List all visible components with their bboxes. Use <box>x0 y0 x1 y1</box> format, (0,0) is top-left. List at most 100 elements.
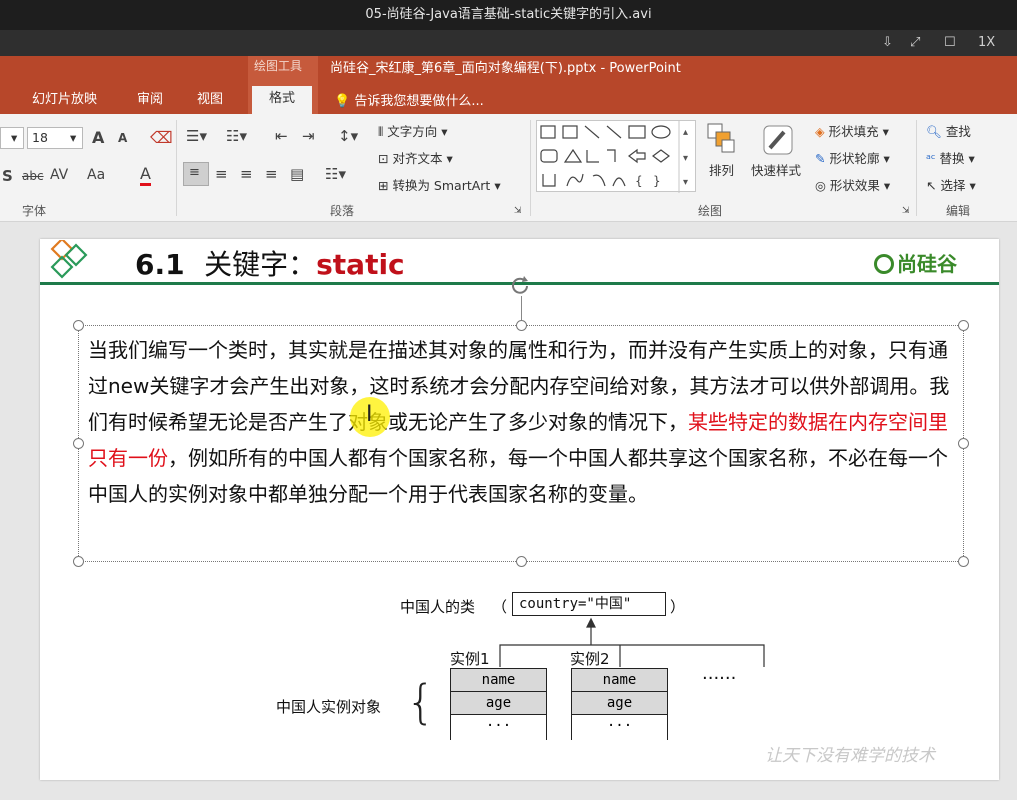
char-spacing-icon[interactable]: AV <box>50 167 68 183</box>
group-divider <box>530 120 531 216</box>
tell-me-box[interactable]: 💡 告诉我您想要做什么... <box>334 90 484 109</box>
find-button[interactable]: 🔍︎ 查找 <box>926 121 971 140</box>
player-title: 05-尚硅谷-Java语言基础-static关键字的引入.avi <box>0 0 1017 30</box>
resize-handle[interactable] <box>958 556 969 567</box>
snapshot-icon[interactable]: ☐ <box>944 33 956 53</box>
align-left-button[interactable]: ≡ <box>183 162 209 186</box>
context-tool-label: 绘图工具 <box>254 59 303 73</box>
replace-button[interactable]: ᵃᶜ 替换 ▾ <box>926 148 975 167</box>
strikethrough-icon[interactable]: abc <box>22 169 44 183</box>
document-title: 尚硅谷_宋红康_第6章_面向对象编程(下).pptx - PowerPoint <box>330 61 681 76</box>
brand-name: 尚硅谷 <box>897 252 957 276</box>
replace-label: 替换 <box>939 151 965 166</box>
arrange-shapes-icon <box>707 123 735 153</box>
font-name-dropdown[interactable]: ▾ <box>0 127 24 149</box>
distribute-icon[interactable]: ▤ <box>290 165 304 183</box>
line-spacing-icon[interactable]: ↕▾ <box>338 127 358 145</box>
text-direction-icon: ⫴ <box>378 124 388 139</box>
shapes-gallery[interactable]: {} ▴ ▾ ▾ <box>536 120 696 193</box>
pin-icon[interactable]: ⇩ <box>882 33 893 53</box>
resize-handle[interactable] <box>958 320 969 331</box>
bullets-icon[interactable]: ☰▾ <box>186 127 207 145</box>
cursor-icon: ↖ <box>926 178 941 193</box>
group-label-drawing: 绘图 <box>698 204 723 218</box>
decrease-indent-icon[interactable]: ⇤ <box>275 127 288 145</box>
justify-icon[interactable]: ≡ <box>265 165 278 183</box>
search-icon: 🔍︎ <box>926 124 946 139</box>
replace-icon: ᵃᶜ <box>926 151 940 166</box>
font-size-value: 18 <box>32 130 48 145</box>
resize-handle[interactable] <box>958 438 969 449</box>
shadow-icon[interactable]: S <box>2 167 13 185</box>
title-keyword: static <box>316 248 405 281</box>
more-instances-ellipsis: ······ <box>702 668 737 689</box>
increase-indent-icon[interactable]: ⇥ <box>302 127 315 145</box>
find-label: 查找 <box>945 124 971 139</box>
tab-slideshow[interactable]: 幻灯片放映 <box>32 90 97 110</box>
text-direction-button[interactable]: ⫴ 文字方向 ▾ <box>378 121 448 140</box>
svg-text:▴: ▴ <box>683 127 688 138</box>
brand-mark-icon <box>874 254 894 274</box>
instance-2-field-age: age <box>571 691 668 715</box>
shape-outline-label: 形状轮廓 <box>829 151 880 166</box>
shape-effects-button[interactable]: ◎ 形状效果 ▾ <box>815 175 890 194</box>
drawing-launcher-icon[interactable]: ⇲ <box>902 206 910 216</box>
font-size-dropdown[interactable]: 18 ▾ <box>27 127 83 149</box>
smartart-icon: ⊞ <box>378 178 393 193</box>
zoom-level[interactable]: 1X <box>978 33 995 53</box>
fullscreen-icon[interactable]: ⤢ <box>910 33 920 53</box>
chevron-down-icon: ▾ <box>70 130 77 145</box>
diamond-logo-icon <box>50 237 88 279</box>
select-button[interactable]: ↖ 选择 ▾ <box>926 175 976 194</box>
brand-logo: 尚硅谷 <box>874 248 957 277</box>
arrange-label[interactable]: 排列 <box>709 160 734 179</box>
resize-handle[interactable] <box>73 320 84 331</box>
grow-font-icon[interactable]: A <box>92 128 104 147</box>
lightbulb-icon: 💡 <box>334 94 351 109</box>
text-cursor-icon: I <box>366 402 373 427</box>
svg-text:{: { <box>635 174 643 188</box>
numbering-icon[interactable]: ☷▾ <box>226 127 247 145</box>
shape-fill-button[interactable]: ◈ 形状填充 ▾ <box>815 121 889 140</box>
fill-bucket-icon: ◈ <box>815 124 829 139</box>
body-paragraph[interactable]: 当我们编写一个类时，其实就是在描述其对象的属性和行为，而并没有产生实质上的对象，… <box>88 332 954 512</box>
class-label: 中国人的类 <box>400 598 476 616</box>
quick-styles-label[interactable]: 快速样式 <box>751 160 801 179</box>
align-text-label: 对齐文本 <box>392 151 443 166</box>
title-prefix: 关键字： <box>204 248 317 281</box>
resize-handle[interactable] <box>516 320 527 331</box>
group-divider <box>916 120 917 216</box>
resize-handle[interactable] <box>73 556 84 567</box>
resize-handle[interactable] <box>73 438 84 449</box>
tell-me-text: 告诉我您想要做什么... <box>354 94 484 109</box>
instance-2-field-name: name <box>571 668 668 692</box>
tab-view[interactable]: 视图 <box>197 90 223 110</box>
rotate-handle-icon[interactable] <box>509 274 533 298</box>
align-text-button[interactable]: ⊡ 对齐文本 ▾ <box>378 148 453 167</box>
clear-format-icon[interactable]: ⌫ <box>150 128 173 147</box>
instance-1-more: ··· <box>450 714 547 740</box>
shape-outline-button[interactable]: ✎ 形状轮廓 ▾ <box>815 148 890 167</box>
slide-logo-icon <box>47 237 91 282</box>
resize-handle[interactable] <box>516 556 527 567</box>
tab-review[interactable]: 审阅 <box>137 90 163 110</box>
shape-fill-label: 形状填充 <box>828 124 879 139</box>
player-toolbar <box>0 30 1017 56</box>
columns-icon[interactable]: ☷▾ <box>325 165 346 183</box>
align-right-icon[interactable]: ≡ <box>240 165 253 183</box>
svg-text:▾: ▾ <box>683 177 688 188</box>
change-case-icon[interactable]: Aa <box>87 167 105 183</box>
group-label-font: 字体 <box>22 204 47 218</box>
shrink-font-icon[interactable]: A <box>118 131 127 145</box>
quick-styles-icon[interactable] <box>760 122 796 158</box>
watermark: 让天下没有难学的技术 <box>765 746 935 766</box>
align-text-icon: ⊡ <box>378 151 393 166</box>
class-static-field: country="中国" <box>512 592 666 616</box>
convert-smartart-button[interactable]: ⊞ 转换为 SmartArt ▾ <box>378 175 501 194</box>
brush-icon <box>763 125 793 155</box>
align-center-icon[interactable]: ≡ <box>215 165 228 183</box>
paragraph-launcher-icon[interactable]: ⇲ <box>514 206 522 216</box>
arrange-icon[interactable] <box>706 122 738 156</box>
font-color-icon[interactable]: A <box>140 165 151 186</box>
tab-format[interactable]: 格式 <box>252 86 312 114</box>
